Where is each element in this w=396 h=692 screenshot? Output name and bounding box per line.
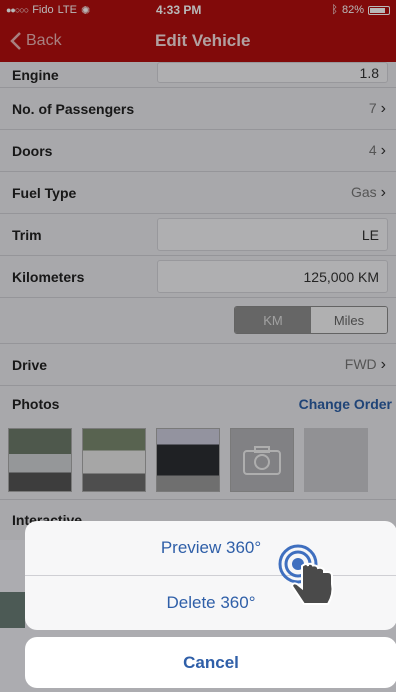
cancel-button[interactable]: Cancel	[25, 637, 396, 688]
background-bar-left	[0, 592, 25, 628]
tap-gesture-icon	[278, 544, 334, 605]
